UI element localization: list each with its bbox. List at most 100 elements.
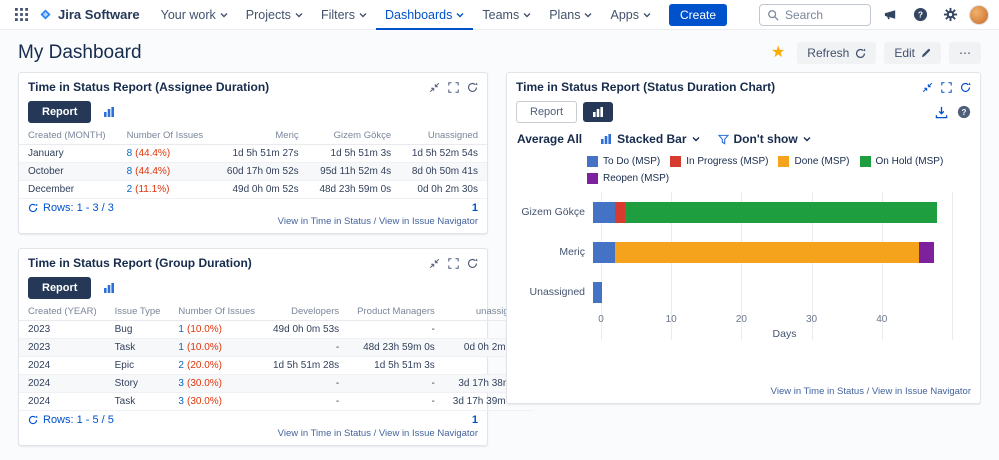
issue-count-link[interactable]: 8 (127, 166, 133, 177)
legend-swatch (778, 156, 789, 167)
chart-row: Gizem Gökçe (515, 192, 968, 232)
bar-segment[interactable] (919, 242, 933, 263)
nav-item-plans[interactable]: Plans (540, 0, 601, 30)
issue-count-link[interactable]: 3 (178, 396, 184, 407)
collapse-icon[interactable] (429, 82, 440, 93)
bar-segment[interactable] (615, 202, 626, 223)
announcements-icon[interactable] (879, 4, 901, 26)
report-tab[interactable]: Report (28, 277, 91, 299)
panel-footer-links: View in Time in Status / View in Issue N… (19, 214, 487, 233)
nav-item-teams[interactable]: Teams (473, 0, 540, 30)
expand-icon[interactable] (448, 82, 459, 93)
x-axis-ticks: 010203040 (601, 314, 966, 327)
chart-view-tab-selected[interactable] (583, 102, 613, 122)
table-cell: 1d 5h 51m 27s (215, 145, 308, 163)
issue-count-link[interactable]: 3 (178, 378, 184, 389)
nav-item-dashboards[interactable]: Dashboards (376, 0, 473, 30)
expand-icon[interactable] (941, 82, 952, 93)
pagination-page-number[interactable]: 1 (472, 414, 478, 426)
create-button[interactable]: Create (669, 4, 727, 26)
bar-segment[interactable] (593, 202, 615, 223)
chart-view-tab[interactable] (97, 103, 121, 121)
app-switcher-icon[interactable] (10, 4, 32, 26)
gadget-help-icon[interactable]: ? (957, 105, 971, 119)
view-in-issue-navigator-link[interactable]: View in Issue Navigator (379, 428, 478, 439)
average-all-label: Average All (517, 132, 582, 146)
show-filter-dropdown[interactable]: Don't show (718, 132, 811, 146)
nav-right-cluster: Search ? (759, 4, 989, 26)
view-in-issue-navigator-link[interactable]: View in Issue Navigator (872, 386, 971, 397)
dashboard-content: Time in Status Report (Assignee Duration… (0, 72, 999, 446)
chevron-down-icon (359, 11, 367, 19)
more-options-button[interactable]: ⋯ (949, 42, 981, 64)
column-header: Issue Type (106, 302, 170, 321)
table-cell: 1d 5h 51m 28s (264, 357, 348, 375)
settings-gear-icon[interactable] (939, 4, 961, 26)
bar-chart-icon (103, 106, 115, 118)
panel-header-icons (429, 258, 478, 269)
nav-item-projects[interactable]: Projects (237, 0, 312, 30)
search-input[interactable]: Search (759, 4, 871, 26)
legend-swatch (587, 156, 598, 167)
view-in-issue-navigator-link[interactable]: View in Issue Navigator (379, 216, 478, 227)
bar-segment[interactable] (593, 242, 615, 263)
legend-item[interactable]: Done (MSP) (778, 156, 849, 167)
refresh-button[interactable]: Refresh (797, 42, 876, 64)
issue-count-link[interactable]: 8 (127, 148, 133, 159)
issue-count-link[interactable]: 1 (178, 342, 184, 353)
avatar[interactable] (969, 5, 989, 25)
view-in-time-in-status-link[interactable]: View in Time in Status (278, 216, 371, 227)
column-header: Product Managers (348, 302, 444, 321)
issue-percentage: (10.0%) (187, 342, 222, 353)
expand-icon[interactable] (448, 258, 459, 269)
table-cell: - (348, 375, 444, 393)
legend-item[interactable]: Reopen (MSP) (587, 173, 669, 184)
collapse-icon[interactable] (922, 82, 933, 93)
edit-button[interactable]: Edit (884, 42, 941, 64)
help-icon[interactable]: ? (909, 4, 931, 26)
panel-title: Time in Status Report (Status Duration C… (516, 80, 775, 94)
issue-percentage: (44.4%) (135, 166, 170, 177)
bar-segment[interactable] (615, 242, 920, 263)
view-in-time-in-status-link[interactable]: View in Time in Status (278, 428, 371, 439)
favorite-star-icon[interactable]: ★ (771, 45, 785, 61)
refresh-icon[interactable] (467, 258, 478, 269)
table-cell: 60d 17h 0m 52s (215, 163, 308, 181)
nav-item-apps[interactable]: Apps (601, 0, 660, 30)
pagination-rows-label[interactable]: Rows: 1 - 3 / 3 (28, 202, 114, 214)
table-cell: October (19, 163, 118, 181)
chart-type-dropdown[interactable]: Stacked Bar (600, 132, 699, 146)
issue-count-link[interactable]: 2 (127, 184, 133, 195)
table-cell: 1d 5h 51m 3s (348, 357, 444, 375)
nav-item-filters[interactable]: Filters (312, 0, 376, 30)
report-tab[interactable]: Report (28, 101, 91, 123)
jira-logo[interactable]: Jira Software (38, 7, 140, 22)
column-header: Created (MONTH) (19, 126, 118, 145)
table-row: December2(11.1%)49d 0h 0m 52s48d 23h 59m… (19, 181, 487, 199)
refresh-icon[interactable] (960, 82, 971, 93)
nav-item-your-work[interactable]: Your work (152, 0, 237, 30)
chevron-down-icon (643, 11, 651, 19)
search-icon (767, 9, 779, 21)
view-in-time-in-status-link[interactable]: View in Time in Status (771, 386, 864, 397)
report-tab[interactable]: Report (516, 101, 577, 123)
issue-percentage: (44.4%) (135, 148, 170, 159)
table-cell: 1(10.0%) (169, 321, 264, 339)
table-cell: - (264, 393, 348, 411)
bar-segment[interactable] (625, 202, 937, 223)
right-column: Time in Status Report (Status Duration C… (506, 72, 981, 404)
issue-count-link[interactable]: 1 (178, 324, 184, 335)
collapse-icon[interactable] (429, 258, 440, 269)
bar-segment[interactable] (593, 282, 602, 303)
issue-count-link[interactable]: 2 (178, 360, 184, 371)
legend-item[interactable]: To Do (MSP) (587, 156, 660, 167)
pagination-page-number[interactable]: 1 (472, 202, 478, 214)
chart-view-tab[interactable] (97, 279, 121, 297)
pagination-rows-label[interactable]: Rows: 1 - 5 / 5 (28, 414, 114, 426)
legend-item[interactable]: In Progress (MSP) (670, 156, 768, 167)
legend-item[interactable]: On Hold (MSP) (860, 156, 944, 167)
refresh-icon[interactable] (467, 82, 478, 93)
issue-percentage: (30.0%) (187, 396, 222, 407)
download-chart-icon[interactable] (935, 106, 948, 119)
panel-group-duration: Time in Status Report (Group Duration) R… (18, 248, 488, 446)
